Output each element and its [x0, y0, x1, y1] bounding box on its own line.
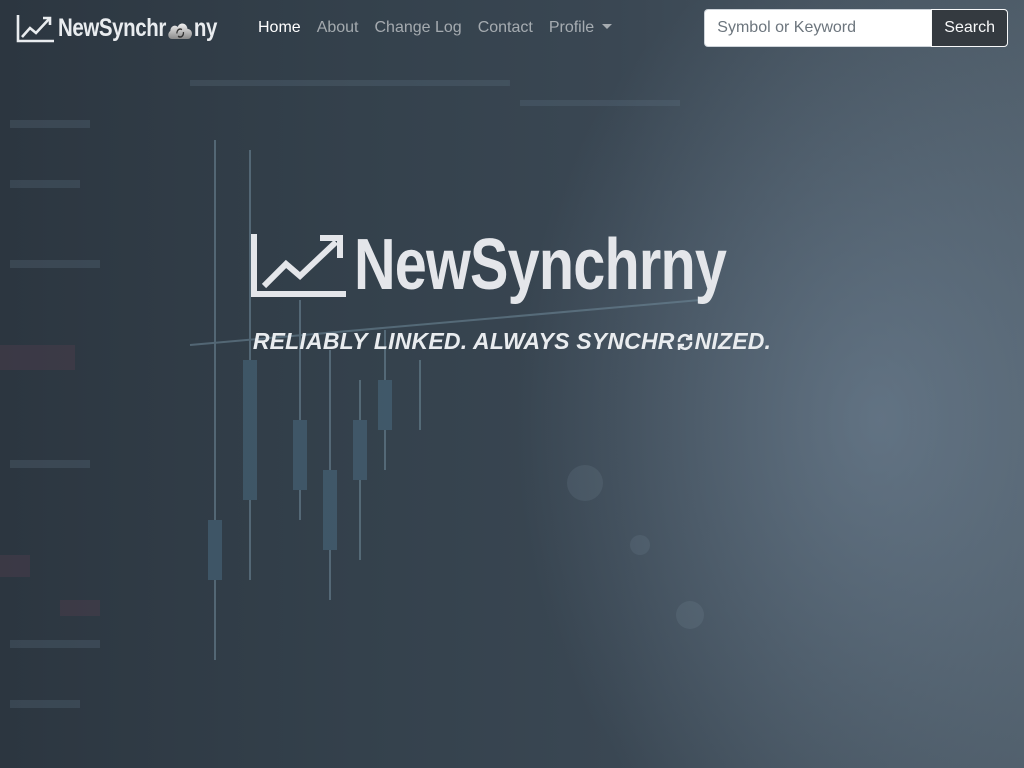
- chevron-down-icon: [602, 24, 613, 29]
- search-button[interactable]: Search: [931, 9, 1008, 47]
- nav-change-log-link[interactable]: Change Log: [367, 11, 470, 45]
- navbar: NewSynchr ny Home About Change Log Conta…: [0, 0, 1024, 56]
- nav-contact-link[interactable]: Contact: [470, 11, 541, 45]
- trend-chart-icon: [251, 234, 346, 297]
- background-stock-chart-image: [0, 80, 704, 708]
- sync-cloud-icon: [168, 23, 192, 39]
- tagline: RELIABLY LINKED. ALWAYS SYNCHR NIZED.: [0, 328, 1024, 355]
- nav-profile-dropdown[interactable]: Profile: [541, 11, 620, 45]
- search-input[interactable]: [704, 9, 932, 47]
- brand-name-part1: NewSynchr: [58, 13, 166, 42]
- hero-logo: NewSynchr ny: [250, 220, 774, 310]
- search-form: Search: [704, 9, 1008, 47]
- nav-about-link[interactable]: About: [309, 11, 367, 45]
- nav-home-link[interactable]: Home: [250, 11, 309, 45]
- page: NewSynchr ny Home About Change Log Conta…: [0, 0, 1024, 768]
- brand-name-part2: ny: [193, 13, 218, 42]
- hero: NewSynchr ny RELIABLY LINKED. ALWAYS SYN…: [0, 220, 1024, 355]
- main-nav: Home About Change Log Contact Profile: [250, 0, 620, 56]
- hero-name-part2: ny: [660, 225, 727, 305]
- nav-profile-label: Profile: [548, 19, 595, 36]
- hero-name-part1: NewSynchr: [354, 225, 661, 305]
- brand-logo[interactable]: NewSynchr ny: [16, 8, 252, 48]
- sync-icon: [677, 333, 692, 351]
- tagline-part2: NIZED.: [694, 328, 772, 354]
- trend-chart-icon: [16, 15, 54, 43]
- tagline-part1: RELIABLY LINKED. ALWAYS SYNCHR: [252, 328, 675, 354]
